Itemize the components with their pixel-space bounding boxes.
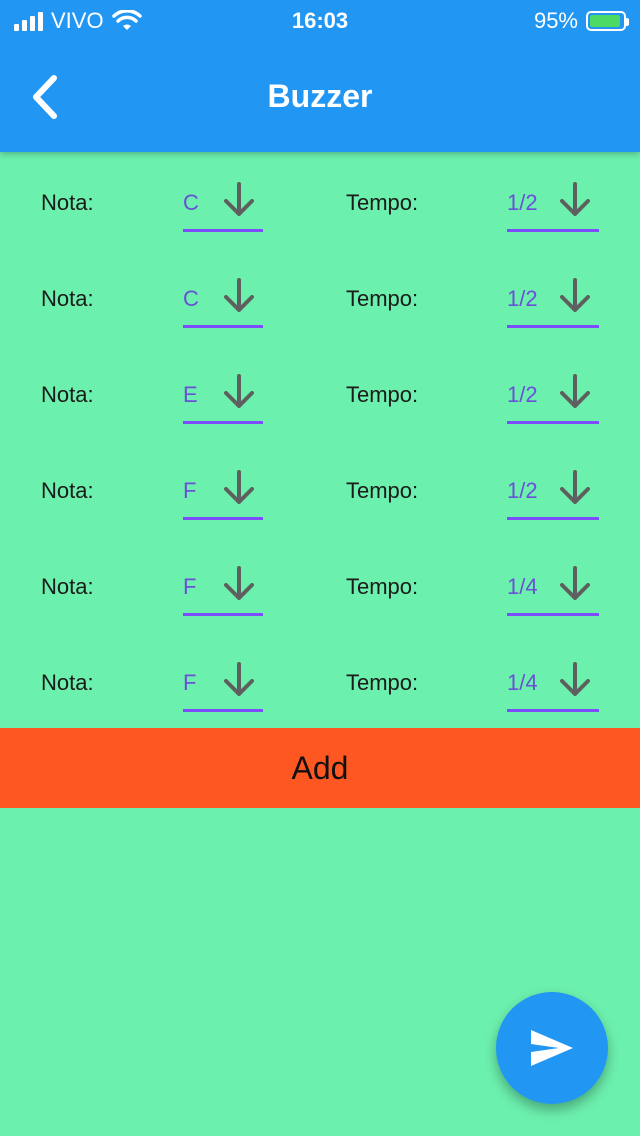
send-button[interactable] [496,992,608,1104]
note-row: Nota: F Tempo: 1/2 [0,440,640,536]
note-row: Nota: E Tempo: 1/2 [0,344,640,440]
nota-value: F [183,574,197,599]
arrow-down-icon [555,180,595,220]
nota-label: Nota: [41,670,94,695]
tempo-dropdown[interactable]: 1/2 [507,464,599,520]
arrow-down-icon [219,180,259,220]
tempo-label: Tempo: [346,382,419,407]
tempo-value: 1/2 [507,286,538,311]
note-row: Nota: C Tempo: 1/2 [0,248,640,344]
nota-value: F [183,670,197,695]
nota-label: Nota: [41,286,94,311]
add-button[interactable]: Add [0,728,640,808]
nota-value: C [183,286,199,311]
tempo-value: 1/2 [507,478,538,503]
note-row: Nota: F Tempo: 1/4 [0,536,640,632]
nota-label: Nota: [41,478,94,503]
tempo-dropdown[interactable]: 1/2 [507,176,599,232]
tempo-label: Tempo: [346,478,419,503]
tempo-value: 1/2 [507,382,538,407]
battery-icon [586,11,629,31]
nota-value: C [183,190,199,215]
status-bar: VIVO 16:03 95% [0,0,640,40]
app-bar: VIVO 16:03 95% Buzzer [0,0,640,152]
nota-dropdown[interactable]: C [183,176,263,232]
nota-label: Nota: [41,574,94,599]
nota-dropdown[interactable]: F [183,656,263,712]
status-right: 95% [533,8,629,34]
arrow-down-icon [555,276,595,316]
nota-label: Nota: [41,382,94,407]
nota-dropdown[interactable]: F [183,464,263,520]
nota-value: E [183,382,198,407]
note-row: Nota: C Tempo: 1/2 [0,152,640,248]
note-list: Nota: C Tempo: 1/2 Nota: C Tempo: 1/2 Nota: E Temp… [0,152,640,728]
tempo-label: Tempo: [346,574,419,599]
tempo-dropdown[interactable]: 1/2 [507,368,599,424]
tempo-dropdown[interactable]: 1/4 [507,560,599,616]
page-title: Buzzer [267,78,373,114]
tempo-label: Tempo: [346,286,419,311]
tempo-value: 1/4 [507,574,538,599]
battery-level [590,15,620,27]
battery-percent: 95% [533,8,578,33]
arrow-down-icon [555,372,595,412]
tempo-dropdown[interactable]: 1/4 [507,656,599,712]
arrow-down-icon [219,468,259,508]
arrow-down-icon [219,660,259,700]
arrow-down-icon [219,372,259,412]
nota-label: Nota: [41,190,94,215]
nota-value: F [183,478,197,503]
arrow-down-icon [219,276,259,316]
arrow-down-icon [555,660,595,700]
arrow-down-icon [219,564,259,604]
tempo-label: Tempo: [346,670,419,695]
tempo-dropdown[interactable]: 1/2 [507,272,599,328]
nota-dropdown[interactable]: F [183,560,263,616]
nota-dropdown[interactable]: E [183,368,263,424]
nota-dropdown[interactable]: C [183,272,263,328]
arrow-down-icon [555,468,595,508]
tempo-label: Tempo: [346,190,419,215]
tempo-value: 1/2 [507,190,538,215]
arrow-down-icon [555,564,595,604]
note-row: Nota: F Tempo: 1/4 [0,632,640,728]
tempo-value: 1/4 [507,670,538,695]
send-icon [531,1030,573,1066]
